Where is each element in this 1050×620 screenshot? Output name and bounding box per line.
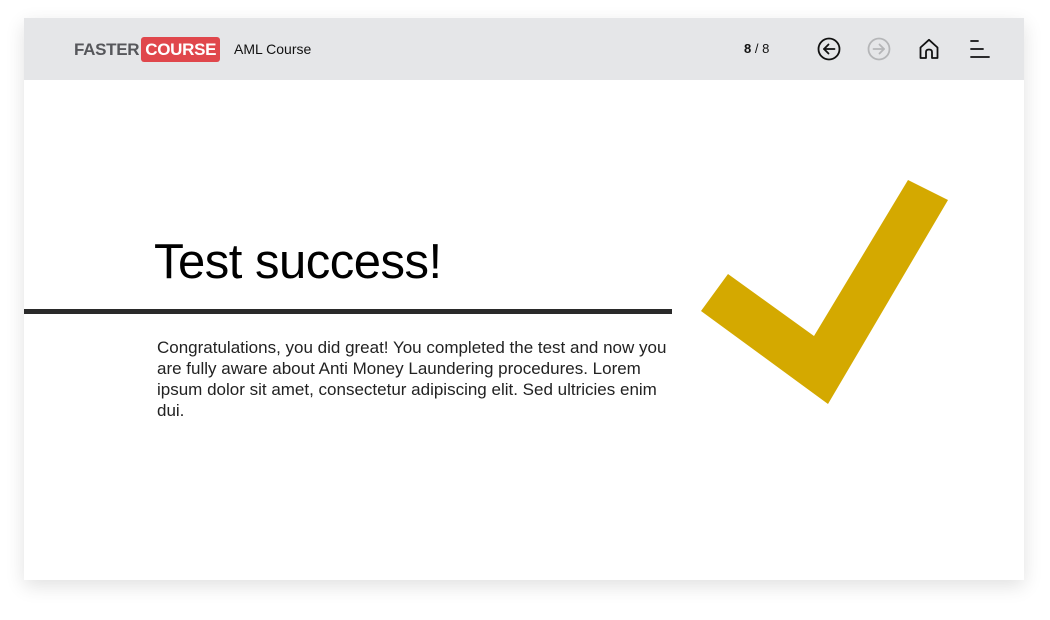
- page-separator: /: [751, 41, 763, 56]
- checkmark-icon: [701, 180, 948, 404]
- menu-icon: [970, 40, 990, 58]
- logo-text-course: COURSE: [141, 37, 221, 62]
- logo-text-faster: FASTER: [74, 40, 140, 59]
- course-title: AML Course: [234, 41, 312, 57]
- arrow-right-circle-icon: [867, 37, 891, 61]
- page-total: 8: [762, 41, 770, 56]
- slide-body-text: Congratulations, you did great! You comp…: [157, 338, 667, 420]
- arrow-left-circle-icon: [817, 37, 841, 61]
- heading-divider: [24, 309, 672, 314]
- course-player: FASTER COURSE AML Course 8 / 8 Test succ…: [24, 18, 1024, 580]
- slide-content: Test success! Congratulations, you did g…: [24, 80, 1024, 580]
- next-page-button[interactable]: [866, 36, 892, 62]
- home-icon: [919, 38, 939, 59]
- page-counter: 8 / 8: [744, 41, 769, 57]
- home-button[interactable]: [916, 36, 942, 62]
- menu-button[interactable]: [967, 36, 993, 62]
- top-bar: FASTER COURSE AML Course 8 / 8: [24, 18, 1024, 80]
- slide-heading: Test success!: [154, 235, 442, 289]
- previous-page-button[interactable]: [816, 36, 842, 62]
- logo: FASTER COURSE: [74, 37, 221, 62]
